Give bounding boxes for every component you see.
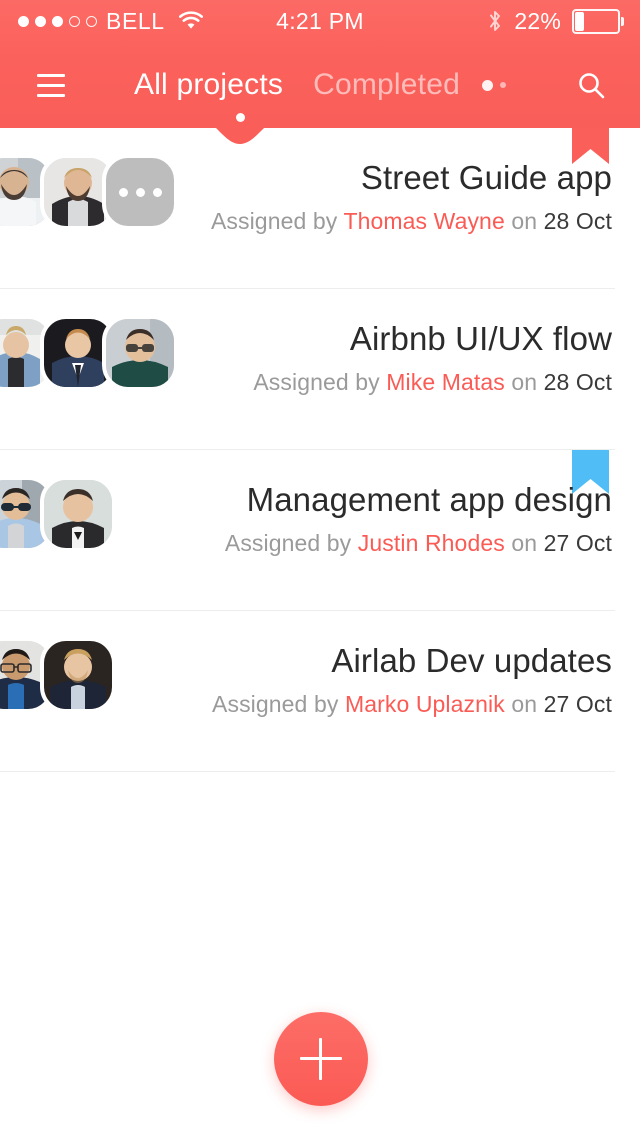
project-date: 28 Oct xyxy=(543,207,612,234)
on-label: on xyxy=(511,368,538,395)
row-text-block: Street Guide app Assigned by Thomas Wayn… xyxy=(211,159,612,235)
tab-all-projects[interactable]: All projects xyxy=(134,68,283,102)
project-subtitle: Assigned by Thomas Wayne on 28 Oct xyxy=(211,208,612,235)
battery-percent-label: 22% xyxy=(514,7,561,34)
tab-bar: All projects Completed xyxy=(0,42,640,128)
project-subtitle: Assigned by Mike Matas on 28 Oct xyxy=(253,369,612,396)
project-title: Street Guide app xyxy=(360,159,612,196)
assigner-name[interactable]: Justin Rhodes xyxy=(358,530,505,556)
plus-icon xyxy=(319,1038,322,1080)
project-subtitle: Assigned by Justin Rhodes on 27 Oct xyxy=(225,530,612,557)
add-project-button[interactable] xyxy=(274,1012,368,1106)
ellipsis-dot xyxy=(135,187,145,197)
on-label: on xyxy=(511,529,538,556)
table-row[interactable]: Street Guide app Assigned by Thomas Wayn… xyxy=(0,128,640,289)
assigner-name[interactable]: Marko Uplaznik xyxy=(345,691,505,717)
on-label: on xyxy=(511,207,538,234)
on-label: on xyxy=(511,690,538,717)
project-date: 28 Oct xyxy=(543,368,612,395)
search-icon[interactable] xyxy=(572,66,612,106)
avatar-stack[interactable] xyxy=(0,154,178,230)
row-divider xyxy=(0,771,615,772)
navigation-bar: All projects Completed xyxy=(0,42,640,128)
row-text-block: Airbnb UI/UX flow Assigned by Mike Matas… xyxy=(253,320,612,396)
tab-overflow-dots-icon[interactable] xyxy=(482,79,506,91)
ellipsis-dot xyxy=(118,187,128,197)
row-text-block: Management app design Assigned by Justin… xyxy=(225,481,612,557)
project-date: 27 Oct xyxy=(543,529,612,556)
assigner-name[interactable]: Thomas Wayne xyxy=(343,208,504,234)
active-tab-indicator-dot xyxy=(236,113,245,122)
project-date: 27 Oct xyxy=(543,690,612,717)
table-row[interactable]: Airlab Dev updates Assigned by Marko Upl… xyxy=(0,611,640,772)
status-bar-right: 22% xyxy=(487,0,624,42)
assigned-by-label: Assigned by xyxy=(212,690,339,717)
project-list: Street Guide app Assigned by Thomas Wayn… xyxy=(0,128,640,772)
assigned-by-label: Assigned by xyxy=(224,529,352,556)
project-title: Airbnb UI/UX flow xyxy=(349,320,612,357)
avatar[interactable] xyxy=(40,637,116,713)
battery-icon xyxy=(572,8,624,34)
app-header: BELL 4:21 PM 22% All projects Completed xyxy=(0,0,640,128)
assigned-by-label: Assigned by xyxy=(253,368,380,395)
assigned-by-label: Assigned by xyxy=(210,207,338,234)
row-text-block: Airlab Dev updates Assigned by Marko Upl… xyxy=(212,642,612,718)
avatar[interactable] xyxy=(40,476,116,552)
ellipsis-dot xyxy=(152,187,162,197)
status-bar: BELL 4:21 PM 22% xyxy=(0,0,640,42)
tab-completed[interactable]: Completed xyxy=(313,68,460,102)
assigner-name[interactable]: Mike Matas xyxy=(386,369,505,395)
table-row[interactable]: Airbnb UI/UX flow Assigned by Mike Matas… xyxy=(0,289,640,450)
project-title: Airlab Dev updates xyxy=(331,642,612,679)
bluetooth-icon xyxy=(487,9,503,33)
avatar-stack[interactable] xyxy=(0,476,116,552)
avatar-stack[interactable] xyxy=(0,315,178,391)
project-title: Management app design xyxy=(246,481,612,518)
avatar-stack[interactable] xyxy=(0,637,116,713)
table-row[interactable]: Management app design Assigned by Justin… xyxy=(0,450,640,611)
avatar[interactable] xyxy=(102,315,178,391)
project-subtitle: Assigned by Marko Uplaznik on 27 Oct xyxy=(212,691,612,718)
app-screen: BELL 4:21 PM 22% All projects Completed … xyxy=(0,0,640,1136)
avatar-more-button[interactable] xyxy=(102,154,178,230)
